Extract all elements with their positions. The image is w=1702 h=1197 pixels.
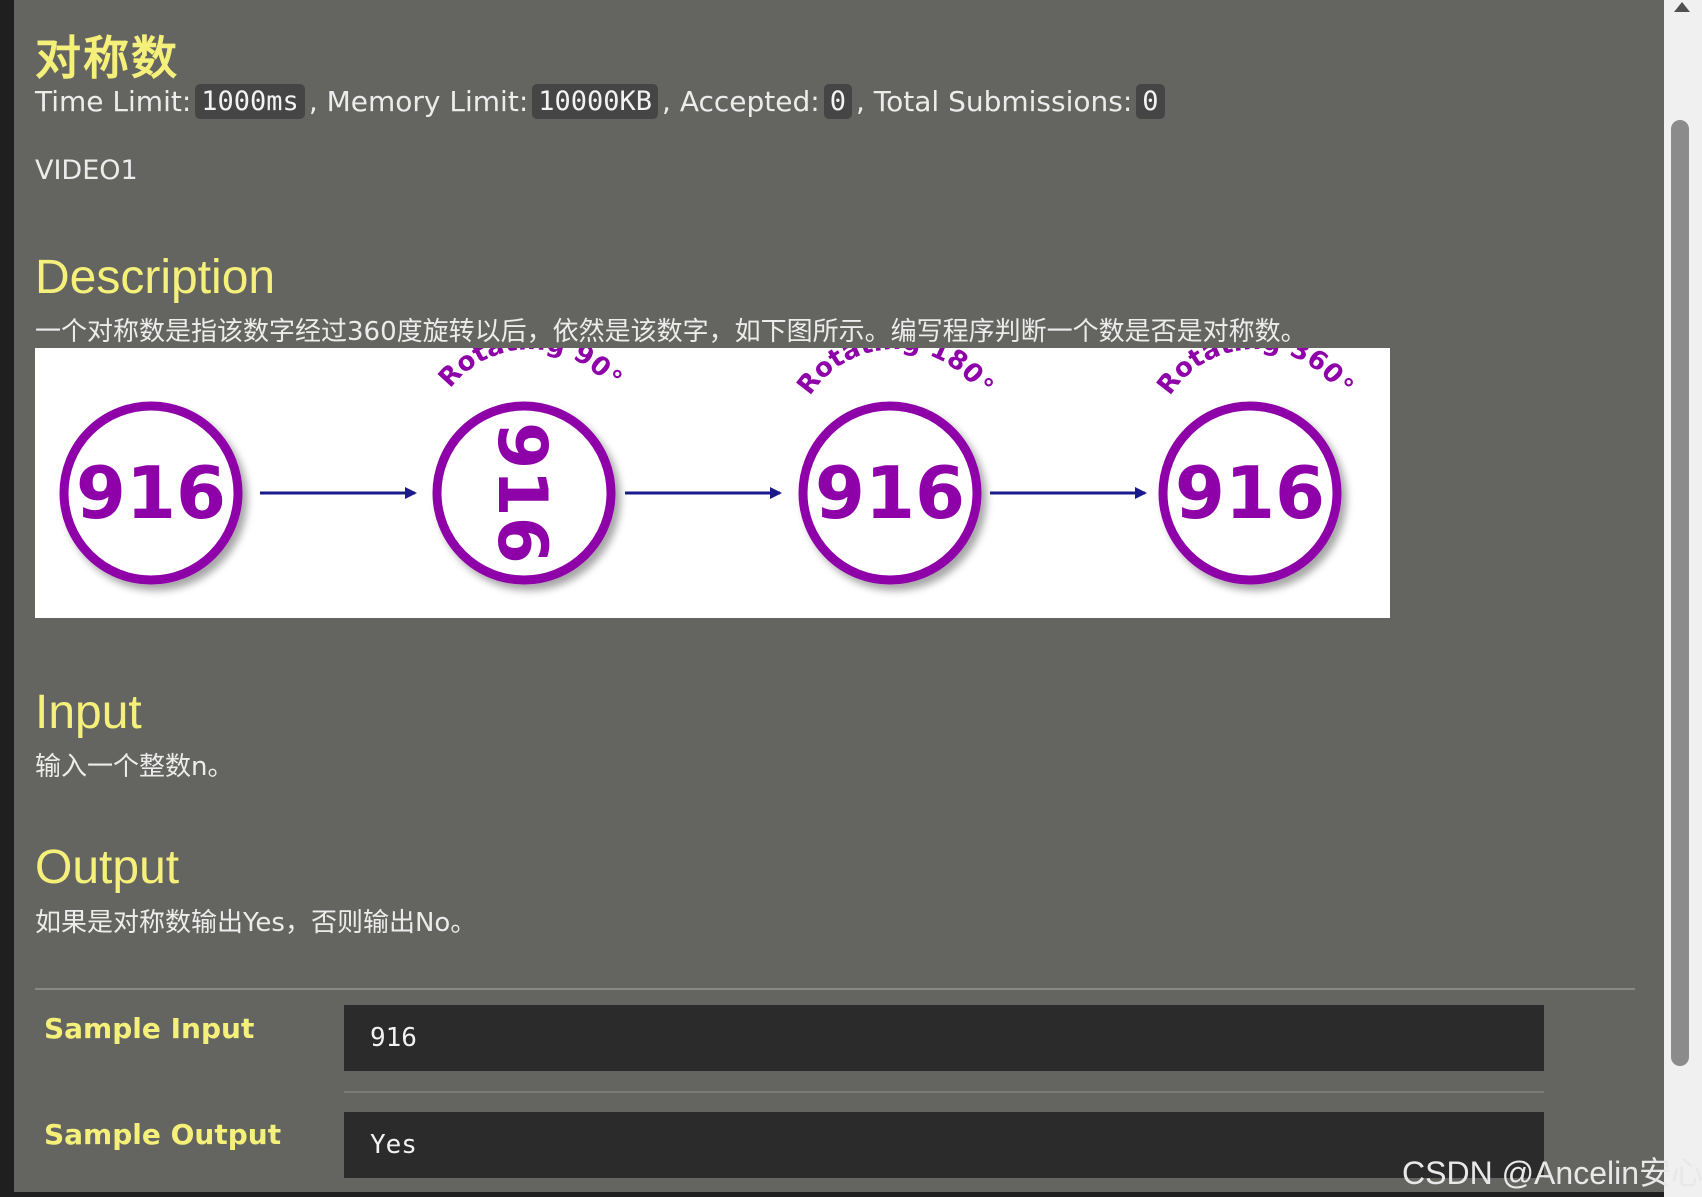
- scrollbar-thumb[interactable]: [1671, 120, 1689, 1066]
- sample-separator: [344, 1091, 1544, 1093]
- sample-input-box: 916: [344, 1005, 1544, 1071]
- circle-rotated-180: 916 Rotating 180°: [791, 326, 999, 585]
- input-heading: Input: [35, 686, 142, 739]
- caption-rotated-180: Rotating 180°: [791, 348, 998, 400]
- number-original: 916: [76, 451, 226, 535]
- window-frame: 对称数 Time Limit: 1000ms , Memory Limit: 1…: [0, 0, 1702, 1197]
- description-heading: Description: [35, 251, 276, 304]
- sample-output-label: Sample Output: [44, 1118, 282, 1151]
- circle-rotated-90: 916 Rotating 90°: [432, 326, 627, 585]
- accepted-label: , Accepted:: [662, 85, 820, 118]
- caption-rotated-90: Rotating 90°: [433, 348, 627, 393]
- vertical-scrollbar[interactable]: [1664, 0, 1702, 1197]
- problem-title: 对称数: [35, 31, 179, 85]
- accepted-value: 0: [823, 84, 852, 119]
- problem-source: VIDEO1: [35, 155, 138, 186]
- total-submissions-value: 0: [1136, 84, 1165, 119]
- sample-output-box: Yes: [344, 1112, 1544, 1178]
- time-limit-value: 1000ms: [195, 84, 305, 119]
- number-rotated-180: 916: [815, 451, 965, 535]
- number-rotated-360: 916: [1175, 451, 1325, 535]
- output-text: 如果是对称数输出Yes，否则输出No。: [35, 908, 477, 938]
- description-text: 一个对称数是指该数字经过360度旋转以后，依然是该数字，如下图所示。编写程序判断…: [35, 317, 1307, 347]
- problem-page: 对称数 Time Limit: 1000ms , Memory Limit: 1…: [14, 0, 1664, 1192]
- memory-limit-value: 10000KB: [532, 84, 659, 119]
- number-rotated-90: 916: [482, 422, 561, 564]
- input-text: 输入一个整数n。: [35, 752, 234, 782]
- rotation-figure: 916 916 Rotating 90°: [35, 326, 1390, 618]
- sample-input-label: Sample Input: [44, 1012, 255, 1045]
- problem-limits: Time Limit: 1000ms , Memory Limit: 10000…: [35, 84, 1169, 119]
- section-divider: [35, 988, 1635, 990]
- caption-rotated-360: Rotating 360°: [1151, 348, 1358, 400]
- output-heading: Output: [35, 841, 180, 894]
- total-submissions-label: , Total Submissions:: [855, 85, 1133, 118]
- time-limit-label: Time Limit:: [35, 85, 192, 118]
- scroll-up-arrow-icon[interactable]: [1674, 2, 1690, 12]
- circle-rotated-360: 916 Rotating 360°: [1151, 326, 1359, 585]
- memory-limit-label: , Memory Limit:: [308, 85, 529, 118]
- rotation-diagram: 916 916 Rotating 90°: [59, 326, 1359, 585]
- circle-original: 916: [59, 401, 243, 585]
- csdn-watermark: CSDN @Ancelin安心: [1402, 1155, 1702, 1191]
